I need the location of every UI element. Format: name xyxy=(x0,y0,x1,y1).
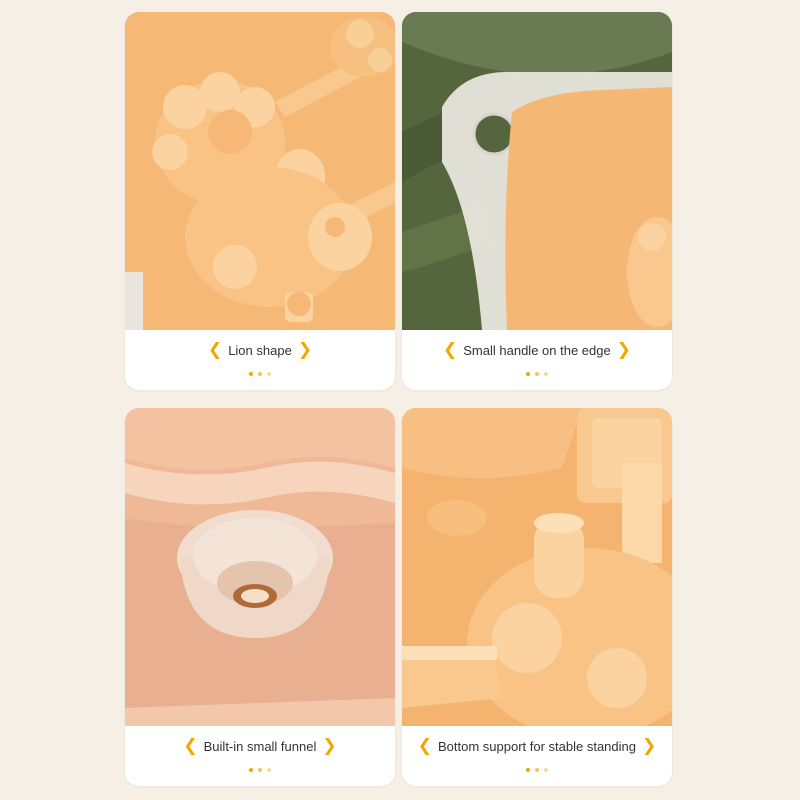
chevron-right-icon: ❯ xyxy=(616,339,631,360)
pagination-dots xyxy=(402,768,672,776)
dot-icon xyxy=(258,768,262,772)
dot-icon xyxy=(526,768,530,772)
panel-bottom-support: ❮ Bottom support for stable standing ❯ xyxy=(402,408,672,786)
dot-icon xyxy=(535,768,539,772)
pagination-dots xyxy=(402,372,672,380)
support-photo xyxy=(402,408,672,726)
panel-caption: Bottom support for stable standing xyxy=(437,738,636,754)
handle-mold-image xyxy=(402,12,672,330)
caption-row: ❮ Lion shape ❯ xyxy=(125,340,395,360)
support-mold-image xyxy=(402,408,672,726)
dot-icon xyxy=(544,372,548,376)
caption-row: ❮ Small handle on the edge ❯ xyxy=(402,340,672,360)
dot-icon xyxy=(526,372,530,376)
lion-shape-photo xyxy=(125,12,395,330)
handle-photo xyxy=(402,12,672,330)
panel-caption: Lion shape xyxy=(228,342,292,358)
chevron-left-icon: ❮ xyxy=(417,735,432,756)
dot-icon xyxy=(249,372,253,376)
chevron-left-icon: ❮ xyxy=(443,339,458,360)
lion-mold-image xyxy=(125,12,395,330)
pagination-dots xyxy=(125,768,395,776)
dot-icon xyxy=(267,372,271,376)
chevron-left-icon: ❮ xyxy=(183,735,198,756)
panel-small-funnel: ❮ Built-in small funnel ❯ xyxy=(125,408,395,786)
dot-icon xyxy=(258,372,262,376)
dot-icon xyxy=(535,372,539,376)
panel-lion-shape: ❮ Lion shape ❯ xyxy=(125,12,395,390)
funnel-mold-image xyxy=(125,408,395,726)
dot-icon xyxy=(267,768,271,772)
panel-caption: Small handle on the edge xyxy=(463,342,611,358)
dot-icon xyxy=(249,768,253,772)
panel-small-handle: ❮ Small handle on the edge ❯ xyxy=(402,12,672,390)
funnel-photo xyxy=(125,408,395,726)
pagination-dots xyxy=(125,372,395,380)
chevron-right-icon: ❯ xyxy=(297,339,313,360)
caption-row: ❮ Built-in small funnel ❯ xyxy=(125,736,395,756)
dot-icon xyxy=(544,768,548,772)
chevron-right-icon: ❯ xyxy=(322,735,337,756)
panel-caption: Built-in small funnel xyxy=(203,738,317,754)
chevron-right-icon: ❯ xyxy=(642,735,657,756)
chevron-left-icon: ❮ xyxy=(207,339,223,360)
caption-row: ❮ Bottom support for stable standing ❯ xyxy=(402,736,672,756)
